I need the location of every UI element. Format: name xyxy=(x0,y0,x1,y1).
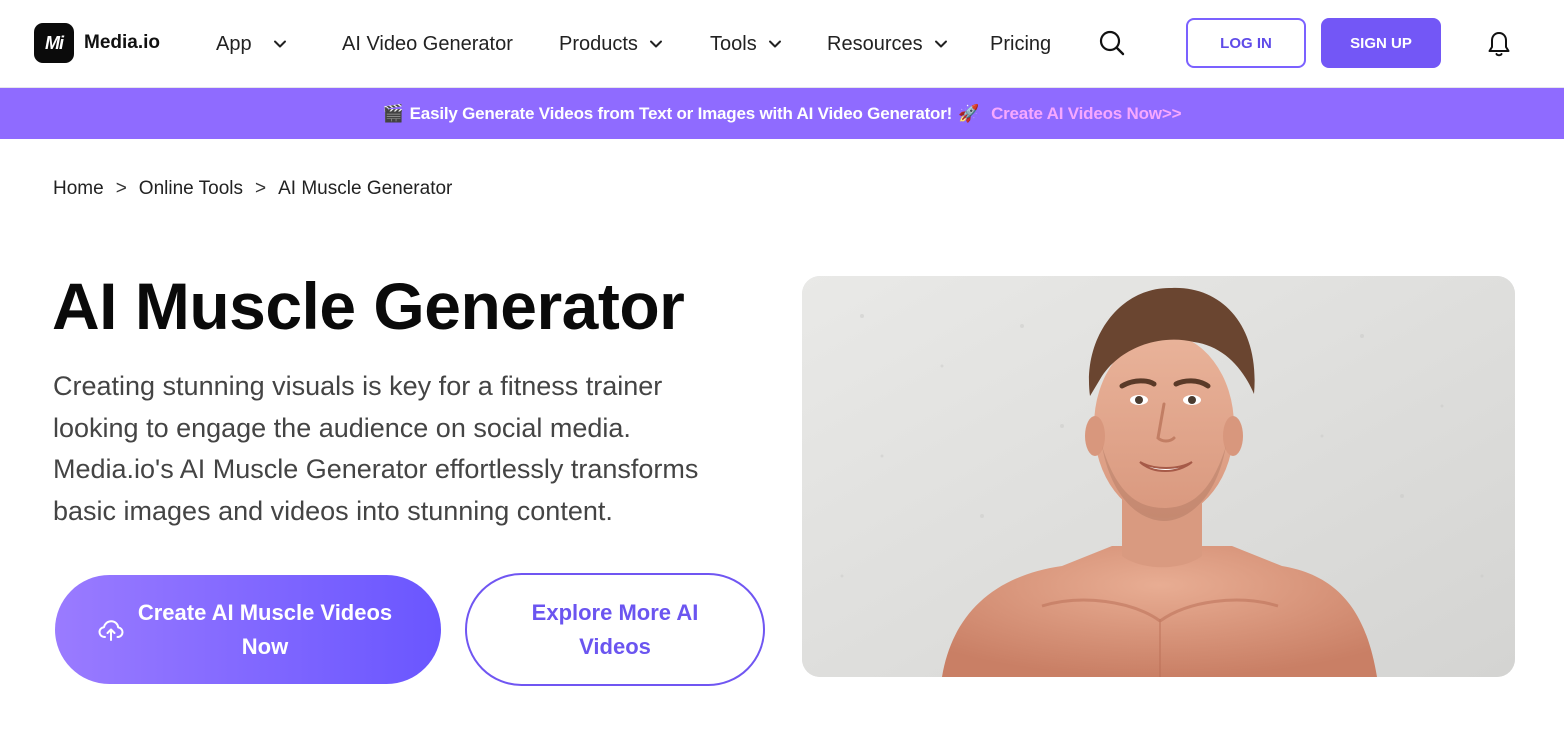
breadcrumb-current: AI Muscle Generator xyxy=(278,178,453,199)
explore-more-ai-videos-button[interactable]: Explore More AI Videos xyxy=(465,573,765,686)
cloud-upload-icon xyxy=(97,618,125,642)
create-ai-muscle-videos-button[interactable]: Create AI Muscle Videos Now xyxy=(55,575,441,684)
login-button[interactable]: LOG IN xyxy=(1186,18,1306,68)
breadcrumb-separator: > xyxy=(255,178,267,199)
nav-app-label: App xyxy=(216,32,252,55)
clapperboard-icon: 🎬 xyxy=(382,103,404,123)
banner-link[interactable]: Create AI Videos Now>> xyxy=(991,104,1181,124)
breadcrumb-online-tools[interactable]: Online Tools xyxy=(139,178,243,200)
nav-ai-video-generator[interactable]: AI Video Generator xyxy=(342,32,513,56)
brand-logo[interactable]: Mi Media.io xyxy=(34,23,160,63)
logo-text: Media.io xyxy=(84,32,161,53)
nav-app[interactable]: App xyxy=(216,32,288,56)
promo-banner[interactable]: 🎬 Easily Generate Videos from Text or Im… xyxy=(0,88,1564,139)
chevron-down-icon xyxy=(272,36,288,52)
page-title: AI Muscle Generator xyxy=(52,269,685,343)
breadcrumb-home[interactable]: Home xyxy=(53,178,104,200)
nav-tools[interactable]: Tools xyxy=(710,32,783,56)
nav-products-label: Products xyxy=(559,32,638,55)
rocket-icon: 🚀 xyxy=(958,103,980,123)
breadcrumb-separator: > xyxy=(115,178,127,199)
nav-pricing-label: Pricing xyxy=(990,32,1052,55)
chevron-down-icon xyxy=(648,36,664,52)
chevron-down-icon xyxy=(767,36,783,52)
logo-mark: Mi xyxy=(34,23,74,63)
nav-pricing[interactable]: Pricing xyxy=(990,32,1051,56)
hero-description: Creating stunning visuals is key for a f… xyxy=(53,371,699,526)
chevron-down-icon xyxy=(933,36,949,52)
nav-products[interactable]: Products xyxy=(559,32,664,56)
site-header: Mi Media.io App AI Video Generator Produ… xyxy=(0,0,1564,88)
nav-ai-video-generator-label: AI Video Generator xyxy=(342,32,513,55)
signup-button[interactable]: SIGN UP xyxy=(1321,18,1441,68)
hero-image xyxy=(802,276,1515,677)
nav-tools-label: Tools xyxy=(710,32,757,55)
search-icon[interactable] xyxy=(1097,28,1127,58)
nav-resources-label: Resources xyxy=(827,32,923,55)
bell-icon[interactable] xyxy=(1486,30,1512,58)
breadcrumb: Home > Online Tools > AI Muscle Generato… xyxy=(53,178,452,200)
banner-text: Easily Generate Videos from Text or Imag… xyxy=(409,103,953,123)
nav-resources[interactable]: Resources xyxy=(827,32,949,56)
create-button-label: Create AI Muscle Videos Now xyxy=(137,599,393,659)
